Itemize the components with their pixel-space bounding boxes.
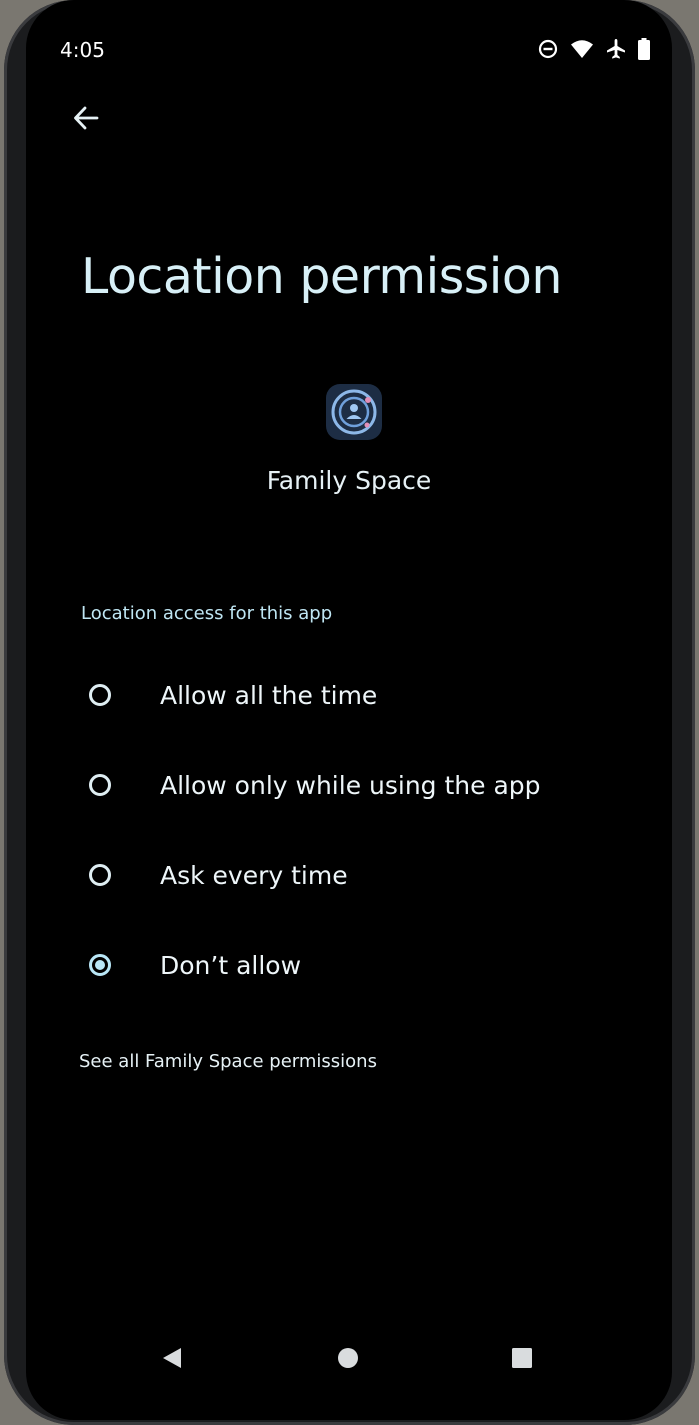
see-all-permissions-link[interactable]: See all Family Space permissions (79, 1051, 377, 1072)
family-space-app-icon (326, 384, 382, 440)
nav-home-icon (337, 1347, 359, 1373)
option-label: Ask every time (160, 860, 348, 890)
option-ask-every-time[interactable]: Ask every time (26, 830, 672, 920)
app-name: Family Space (266, 466, 432, 495)
battery-icon (638, 38, 650, 60)
airplane-mode-icon (606, 38, 626, 60)
option-allow-all-the-time[interactable]: Allow all the time (26, 650, 672, 740)
status-time: 4:05 (60, 38, 105, 62)
nav-home-button[interactable] (332, 1344, 364, 1376)
nav-recents-icon (511, 1347, 533, 1373)
radio-allow-all-the-time[interactable] (89, 684, 111, 706)
do-not-disturb-icon (538, 39, 558, 59)
radio-ask-every-time[interactable] (89, 864, 111, 886)
wifi-icon (570, 39, 594, 59)
section-label: Location access for this app (81, 603, 333, 624)
screen: 4:05 Location permission Family Space Lo… (26, 0, 672, 1420)
option-label: Allow all the time (160, 680, 378, 710)
option-allow-while-using[interactable]: Allow only while using the app (26, 740, 672, 830)
option-label: Allow only while using the app (160, 770, 541, 800)
arrow-left-icon (72, 104, 100, 136)
status-bar: 4:05 (26, 0, 672, 90)
option-dont-allow[interactable]: Don’t allow (26, 920, 672, 1010)
nav-back-button[interactable] (156, 1344, 188, 1376)
radio-allow-while-using[interactable] (89, 774, 111, 796)
option-label: Don’t allow (160, 950, 302, 980)
navigation-bar (26, 1320, 672, 1400)
nav-back-icon (161, 1346, 183, 1374)
phone-frame: 4:05 Location permission Family Space Lo… (4, 0, 695, 1425)
status-icons (538, 38, 650, 60)
nav-recents-button[interactable] (506, 1344, 538, 1376)
back-button[interactable] (66, 100, 106, 140)
page-title: Location permission (81, 248, 562, 305)
radio-dont-allow[interactable] (89, 954, 111, 976)
